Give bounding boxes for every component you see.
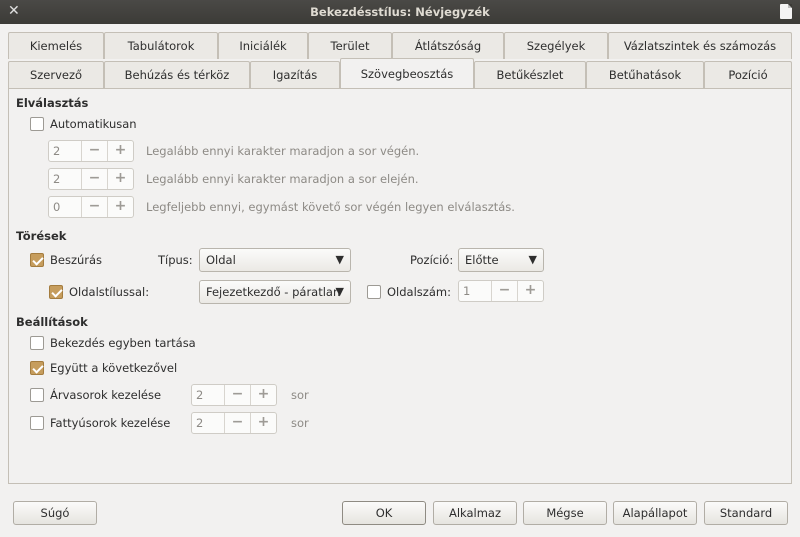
document-icon <box>780 4 792 19</box>
minus-icon[interactable]: − <box>81 169 107 189</box>
insert-break-label: Beszúrás <box>50 253 103 267</box>
chars-line-end-spinner[interactable]: 2 − + <box>48 140 134 162</box>
tab-szovegbeosztas[interactable]: Szövegbeosztás <box>340 58 474 88</box>
widow-unit-label: sor <box>291 416 309 430</box>
tab-atlatszosag[interactable]: Átlátszóság <box>392 32 504 59</box>
tab-betukeszlet[interactable]: Betűkészlet <box>474 61 586 88</box>
tab-terulet[interactable]: Terület <box>308 32 392 59</box>
minus-icon[interactable]: − <box>224 413 250 433</box>
tab-kiemeles[interactable]: Kiemelés <box>8 32 104 59</box>
cancel-button[interactable]: Mégse <box>523 501 607 525</box>
chevron-down-icon: ▼ <box>528 253 537 266</box>
max-hyphens-label: Legfeljebb ennyi, egymást követő sor vég… <box>146 200 515 214</box>
orphan-lines-spinner[interactable]: 2 − + <box>191 384 277 406</box>
chevron-down-icon: ▼ <box>335 285 344 298</box>
tab-betuhatasok[interactable]: Betűhatások <box>586 61 704 88</box>
tab-igazitas[interactable]: Igazítás <box>250 61 340 88</box>
chevron-down-icon: ▼ <box>335 253 344 266</box>
page-style-value: Fejezetkezdő - páratlan <box>206 285 341 299</box>
tab-szegelyek[interactable]: Szegélyek <box>504 32 608 59</box>
apply-button[interactable]: Alkalmaz <box>433 501 517 525</box>
window-title: Bekezdésstílus: Névjegyzék <box>310 5 490 19</box>
plus-icon[interactable]: + <box>107 141 133 161</box>
chars-line-end-label: Legalább ennyi karakter maradjon a sor v… <box>146 144 420 158</box>
widow-lines-spinner[interactable]: 2 − + <box>191 412 277 434</box>
page-number-spinner[interactable]: 1 − + <box>458 280 544 302</box>
spinner-value: 2 <box>53 144 61 158</box>
help-button[interactable]: Súgó <box>13 501 97 525</box>
plus-icon[interactable]: + <box>107 169 133 189</box>
tab-tabulatorok[interactable]: Tabulátorok <box>104 32 218 59</box>
breaks-title: Törések <box>16 229 67 243</box>
plus-icon[interactable]: + <box>250 385 276 405</box>
spinner-value: 2 <box>196 416 204 430</box>
tab-inicialek[interactable]: Iniciálék <box>218 32 308 59</box>
tab-behuzas[interactable]: Behúzás és térköz <box>104 61 250 88</box>
orphan-control-label: Árvasorok kezelése <box>50 388 162 402</box>
chars-line-begin-spinner[interactable]: 2 − + <box>48 168 134 190</box>
break-position-label: Pozíció: <box>410 253 454 267</box>
auto-hyphenation-label: Automatikusan <box>50 117 137 131</box>
break-type-select[interactable]: Oldal ▼ <box>199 248 351 272</box>
minus-icon[interactable]: − <box>81 141 107 161</box>
keep-together-checkbox[interactable] <box>30 336 44 350</box>
keep-together-label: Bekezdés egyben tartása <box>50 336 196 350</box>
keep-with-next-checkbox[interactable] <box>30 361 44 375</box>
title-bar: ✕ Bekezdésstílus: Névjegyzék <box>0 0 800 24</box>
widow-control-checkbox[interactable] <box>30 416 44 430</box>
auto-hyphenation-checkbox[interactable] <box>30 117 44 131</box>
plus-icon[interactable]: + <box>517 281 543 301</box>
break-type-label: Típus: <box>158 253 193 267</box>
break-position-value: Előtte <box>465 253 499 267</box>
page-number-checkbox[interactable] <box>367 285 381 299</box>
keep-with-next-label: Együtt a következővel <box>50 361 178 375</box>
with-page-style-checkbox[interactable] <box>49 285 63 299</box>
orphan-unit-label: sor <box>291 388 309 402</box>
spinner-value: 1 <box>463 284 471 298</box>
ok-button[interactable]: OK <box>342 501 426 525</box>
plus-icon[interactable]: + <box>107 197 133 217</box>
options-title: Beállítások <box>16 315 88 329</box>
tab-pozicio[interactable]: Pozíció <box>704 61 792 88</box>
break-position-select[interactable]: Előtte ▼ <box>458 248 544 272</box>
minus-icon[interactable]: − <box>81 197 107 217</box>
standard-button[interactable]: Standard <box>704 501 788 525</box>
reset-button[interactable]: Alapállapot <box>613 501 697 525</box>
plus-icon[interactable]: + <box>250 413 276 433</box>
spinner-value: 2 <box>53 172 61 186</box>
spinner-value: 2 <box>196 388 204 402</box>
tab-vazlatszintek[interactable]: Vázlatszintek és számozás <box>608 32 792 59</box>
break-type-value: Oldal <box>206 253 236 267</box>
page-number-label: Oldalszám: <box>387 285 451 299</box>
chars-line-begin-label: Legalább ennyi karakter maradjon a sor e… <box>146 172 419 186</box>
tab-szervezo[interactable]: Szervező <box>8 61 104 88</box>
hyphenation-title: Elválasztás <box>16 96 89 110</box>
spinner-value: 0 <box>53 200 61 214</box>
with-page-style-label: Oldalstílussal: <box>69 285 150 299</box>
page-style-select[interactable]: Fejezetkezdő - páratlan ▼ <box>199 280 351 304</box>
orphan-control-checkbox[interactable] <box>30 388 44 402</box>
insert-break-checkbox[interactable] <box>30 253 44 267</box>
widow-control-label: Fattyúsorok kezelése <box>50 416 171 430</box>
max-hyphens-spinner[interactable]: 0 − + <box>48 196 134 218</box>
minus-icon[interactable]: − <box>224 385 250 405</box>
minus-icon[interactable]: − <box>491 281 517 301</box>
